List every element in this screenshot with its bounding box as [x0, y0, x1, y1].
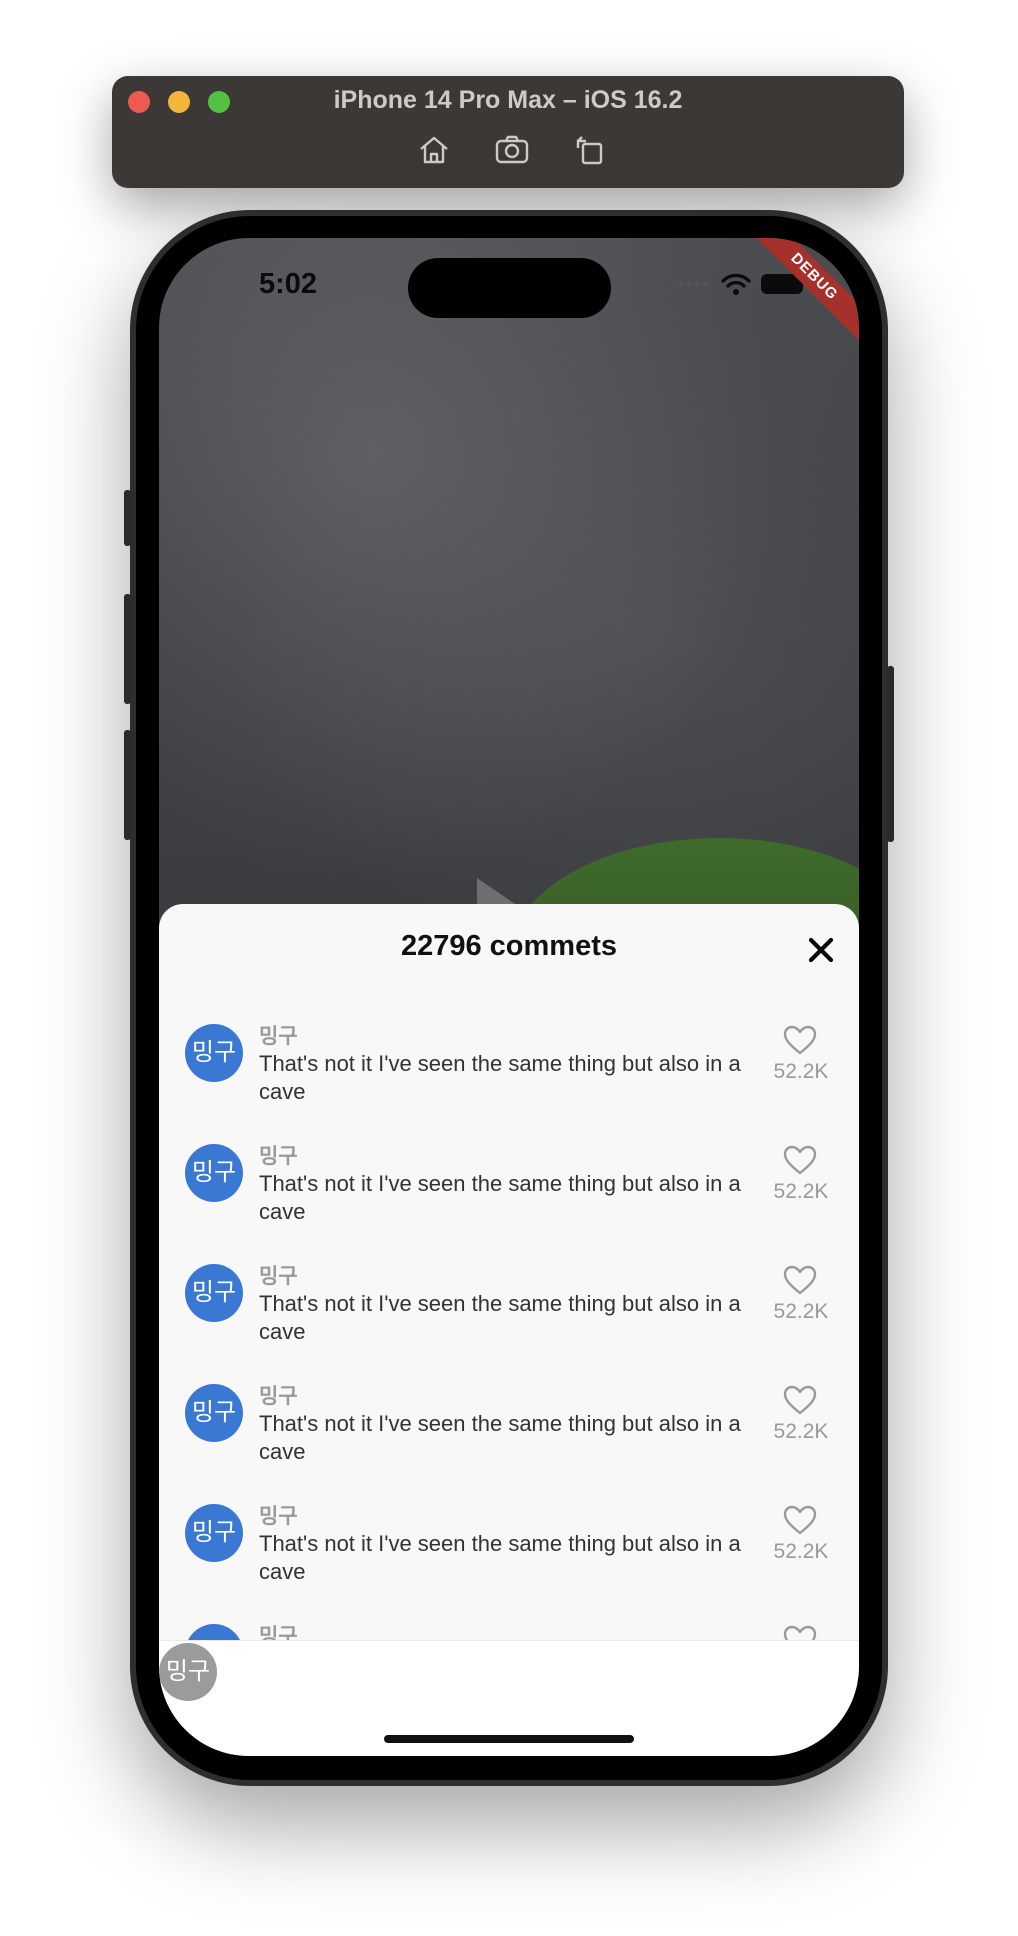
power-button [887, 666, 894, 842]
like-count: 52.2K [773, 1420, 829, 1443]
camera-icon[interactable] [494, 132, 530, 168]
phone-screen: 5:02 DEBUG 22796 commets 밍구 밍구 That's no… [159, 238, 859, 1756]
comment-username: 밍구 [259, 1145, 298, 1168]
comment-text: That's not it I've seen the same thing b… [259, 1171, 741, 1224]
like-count: 52.2K [773, 1540, 829, 1563]
rotate-icon[interactable] [572, 132, 608, 168]
comment-username: 밍구 [259, 1265, 298, 1288]
mute-switch [124, 490, 131, 546]
home-indicator[interactable] [384, 1735, 634, 1743]
dynamic-island [408, 258, 611, 318]
comment-text: That's not it I've seen the same thing b… [259, 1291, 741, 1344]
wifi-icon [721, 273, 751, 295]
heart-icon[interactable] [782, 1264, 818, 1296]
heart-icon[interactable] [782, 1024, 818, 1056]
status-icons [677, 272, 803, 296]
heart-icon[interactable] [782, 1504, 818, 1536]
comment-text: That's not it I've seen the same thing b… [259, 1531, 741, 1584]
status-time: 5:02 [259, 268, 318, 300]
sheet-title: 22796 commets [400, 930, 618, 962]
comment-text: That's not it I've seen the same thing b… [259, 1051, 741, 1104]
comment-item: 밍구 밍구 That's not it I've seen the same t… [159, 1124, 859, 1236]
simulator-title-bar: iPhone 14 Pro Max – iOS 16.2 [112, 76, 904, 188]
comment-text: That's not it I've seen the same thing b… [259, 1411, 741, 1464]
comment-username: 밍구 [259, 1385, 298, 1408]
my-avatar: 밍구 [159, 1643, 217, 1701]
comment-item: 밍구 밍구 That's not it I've seen the same t… [159, 1244, 859, 1356]
comment-item: 밍구 밍구 That's not it I've seen the same t… [159, 1004, 859, 1116]
avatar[interactable]: 밍구 [185, 1504, 243, 1562]
comment-item: 밍구 밍구 That's not it I've seen the same t… [159, 1484, 859, 1596]
comment-username: 밍구 [259, 1505, 298, 1528]
avatar[interactable]: 밍구 [185, 1384, 243, 1442]
comment-username: 밍구 [259, 1025, 298, 1048]
volume-down-button [124, 730, 131, 840]
volume-up-button [124, 594, 131, 704]
avatar[interactable]: 밍구 [185, 1144, 243, 1202]
like-count: 52.2K [773, 1060, 829, 1083]
comments-sheet: 22796 commets 밍구 밍구 That's not it I've s… [159, 904, 859, 1756]
avatar[interactable]: 밍구 [185, 1264, 243, 1322]
avatar[interactable]: 밍구 [185, 1024, 243, 1082]
like-count: 52.2K [773, 1180, 829, 1203]
heart-icon[interactable] [782, 1384, 818, 1416]
signal-icon [678, 281, 708, 287]
like-count: 52.2K [773, 1300, 829, 1323]
close-icon[interactable] [805, 934, 837, 966]
window-title: iPhone 14 Pro Max – iOS 16.2 [333, 86, 683, 114]
home-icon[interactable] [416, 132, 452, 168]
heart-icon[interactable] [782, 1144, 818, 1176]
comment-item: 밍구 밍구 That's not it I've seen the same t… [159, 1364, 859, 1476]
